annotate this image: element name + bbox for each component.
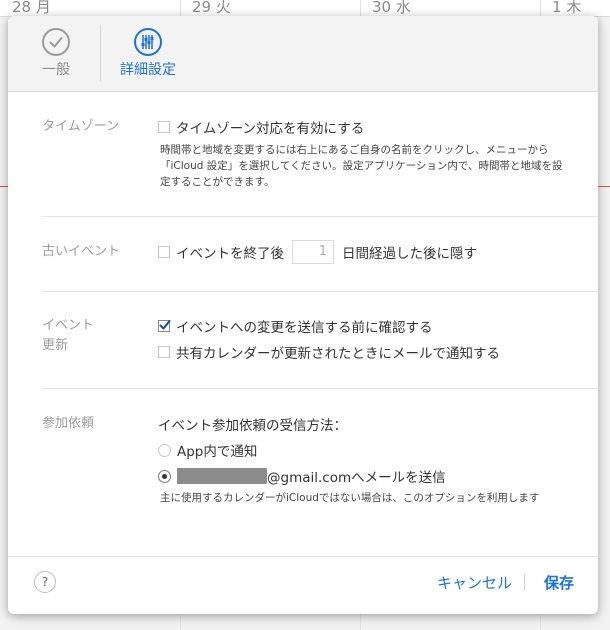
timezone-option[interactable]: タイムゾーン対応を有効にする [158,117,364,137]
hide-old-events-label: イベントを終了後 [176,246,284,262]
save-button[interactable]: 保存 [544,572,574,593]
checkmark-icon [42,28,70,56]
timezone-checkbox-label: タイムゾーン対応を有効にする [176,121,365,137]
event-updates-section-label: イベント 更新 [42,316,94,356]
day-header-30: 30 水 [372,0,411,16]
invitation-email-note: 主に使用するカレンダーがiCloudではない場合は、このオプションを利用します [160,492,540,504]
timezone-description-line: 「iCloud 設定」を選択してください。設定アプリケーション内で、時間帯と地域… [160,160,563,172]
timezone-description-line: 時間帯と地域を変更するには右上にあるご自身の名前をクリックし、メニューから [160,144,549,156]
day-header-1: 1 木 [552,0,582,16]
cancel-button[interactable]: キャンセル [437,572,512,593]
email-notify-label: 共有カレンダーが更新されたときにメールで通知する [176,346,500,362]
invitations-section-label: 参加依頼 [42,416,95,431]
checkmark-icon [159,320,171,330]
hide-old-events-suffix: 日間経過した後に隠す [342,246,477,262]
invitation-email-label: @gmail.comへメールを送信 [267,470,446,486]
tab-separator [100,25,101,81]
invitations-heading: イベント参加依頼の受信方法： [158,418,347,434]
section-divider [42,291,598,292]
invitation-email-option[interactable]: @gmail.comへメールを送信 [158,466,446,486]
email-notify-checkbox[interactable] [158,346,170,358]
day-header-28: 28 月 [12,0,51,16]
preferences-dialog: 一般 詳細設定 タイムゾーン タイムゾーン対応を有効にする 時間帯と地域を変更す… [8,16,598,614]
days-input[interactable]: 1 [292,240,334,264]
day-header-29: 29 火 [192,0,231,16]
section-divider [42,216,598,217]
invitation-app-option[interactable]: App内で通知 [158,440,257,460]
section-divider [42,388,598,389]
confirm-changes-label: イベントへの変更を送信する前に確認する [176,320,433,336]
email-notify-option[interactable]: 共有カレンダーが更新されたときにメールで通知する [158,342,500,362]
confirm-changes-option[interactable]: イベントへの変更を送信する前に確認する [158,316,433,336]
redacted-email-address [177,468,267,484]
timezone-description: 時間帯と地域を変更するには右上にあるご自身の名前をクリックし、メニューから 「i… [160,142,578,190]
tab-general[interactable]: 一般 [16,28,96,79]
timezone-checkbox[interactable] [158,121,170,133]
tab-advanced[interactable]: 詳細設定 [108,28,188,79]
timezone-description-line: 定することができます。 [160,176,275,188]
timezone-section-label: タイムゾーン [42,119,120,134]
hide-old-events-checkbox[interactable] [158,246,170,258]
footer-divider [8,556,598,557]
event-updates-label-line: イベント [42,318,95,333]
preferences-toolbar: 一般 詳細設定 [8,16,598,92]
calendar-week-header [0,0,610,17]
invitation-email-radio[interactable] [158,469,171,483]
old-events-section-label: 古いイベント [42,244,121,259]
invitation-app-radio[interactable] [158,443,171,457]
old-events-option: イベントを終了後 1 日間経過した後に隠す [158,240,477,264]
help-button[interactable]: ? [34,571,56,593]
invitation-app-label: App内で通知 [177,444,258,460]
footer-button-separator [524,573,525,591]
sliders-icon [134,28,162,56]
event-updates-label-line: 更新 [42,338,69,353]
tab-general-label: 一般 [42,62,70,78]
tab-advanced-label: 詳細設定 [120,62,176,78]
confirm-changes-checkbox[interactable] [158,320,171,332]
